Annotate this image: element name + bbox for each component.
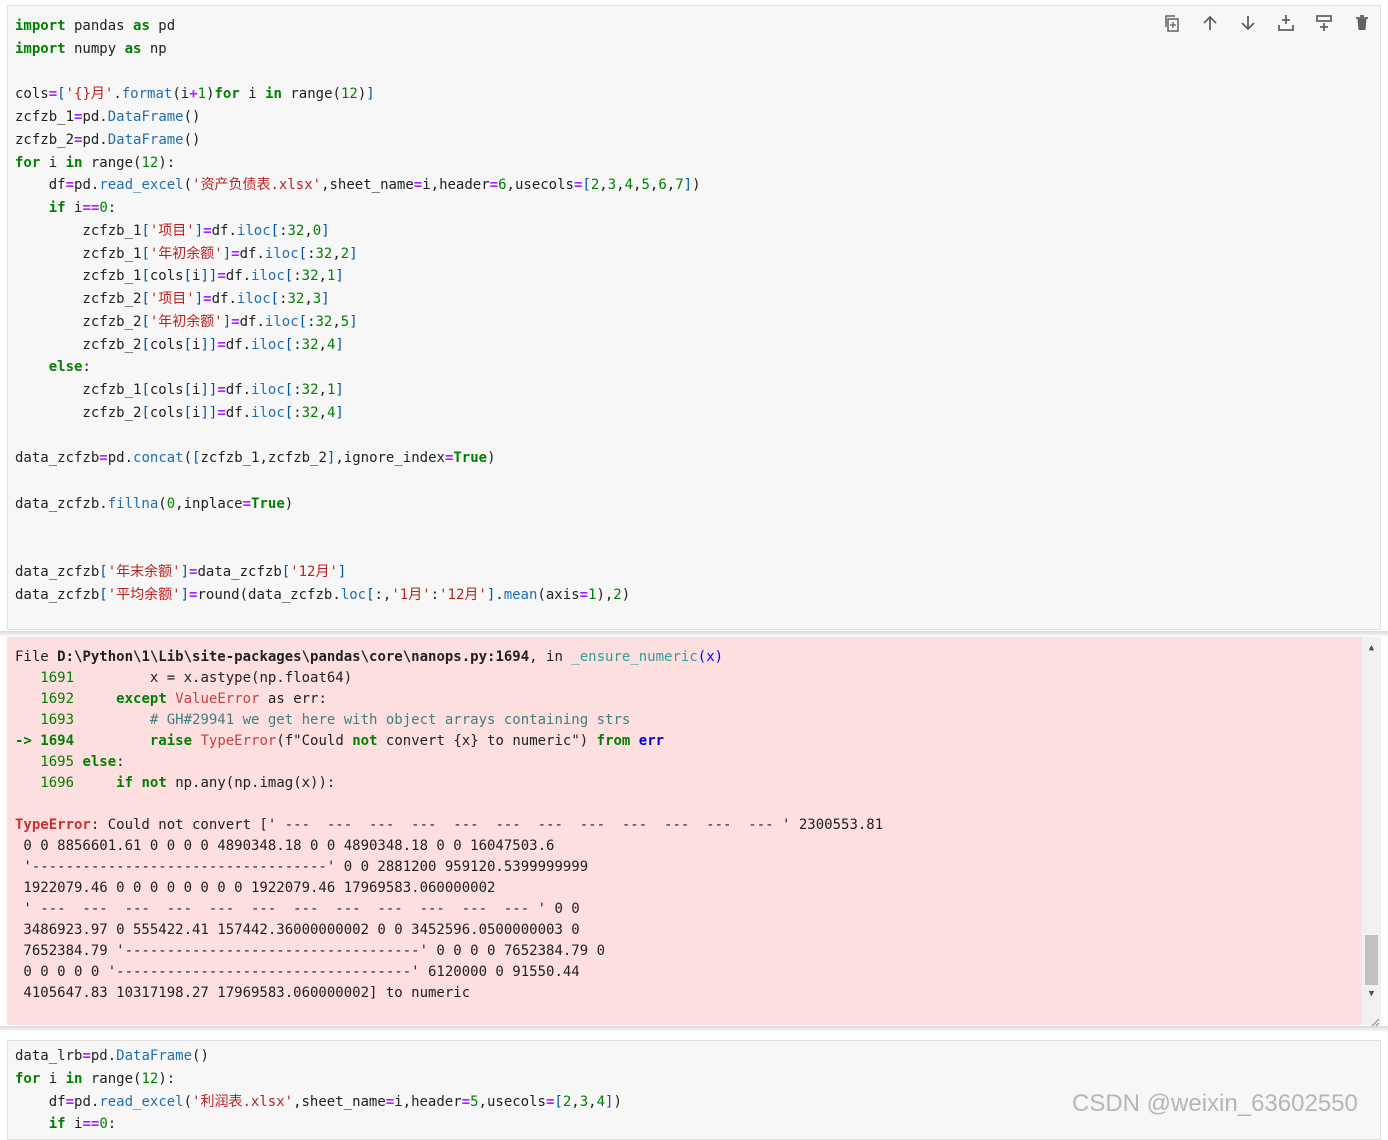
code-line[interactable]: zcfzb_1=pd.DataFrame() xyxy=(15,109,200,125)
code-line[interactable]: if i==0: xyxy=(15,200,116,216)
error-type: TypeError xyxy=(15,817,91,833)
code-line[interactable]: zcfzb_2=pd.DataFrame() xyxy=(15,132,200,148)
insert-above-icon[interactable] xyxy=(1276,13,1296,33)
code-line[interactable]: zcfzb_1[cols[i]]=df.iloc[:32,1] xyxy=(15,382,343,398)
scroll-up-icon[interactable]: ▲ xyxy=(1362,639,1381,656)
code-line[interactable]: data_zcfzb.fillna(0,inplace=True) xyxy=(15,496,293,512)
trash-icon[interactable] xyxy=(1352,13,1372,33)
code-line[interactable]: import numpy as np xyxy=(15,41,167,57)
code-line[interactable]: if i==0: xyxy=(15,1116,116,1132)
code-line[interactable]: data_zcfzb=pd.concat([zcfzb_1,zcfzb_2],i… xyxy=(15,450,496,466)
code-line[interactable]: for i in range(12): xyxy=(15,155,175,171)
code-line[interactable]: zcfzb_2['年初余额']=df.iloc[:32,5] xyxy=(15,314,357,330)
resize-handle-icon[interactable] xyxy=(1368,1013,1380,1028)
code-line[interactable]: zcfzb_1[cols[i]]=df.iloc[:32,1] xyxy=(15,268,343,284)
code-line[interactable]: import pandas as pd xyxy=(15,18,175,34)
watermark: CSDN @weixin_63602550 xyxy=(1072,1090,1358,1117)
code-editor-1[interactable]: import pandas as pd import numpy as np c… xyxy=(8,6,1380,629)
code-line[interactable]: zcfzb_2['项目']=df.iloc[:32,3] xyxy=(15,291,329,307)
copy-icon[interactable] xyxy=(1162,13,1182,33)
arrow-down-icon[interactable] xyxy=(1238,13,1258,33)
code-line[interactable]: df=pd.read_excel('资产负债表.xlsx',sheet_name… xyxy=(15,177,701,193)
code-cell-1[interactable]: import pandas as pd import numpy as np c… xyxy=(7,5,1381,630)
code-line[interactable]: data_zcfzb['平均余额']=round(data_zcfzb.loc[… xyxy=(15,587,630,603)
error-output: 725 count = cast(np.ndarray, count)File … xyxy=(7,637,1362,1025)
insert-below-icon[interactable] xyxy=(1314,13,1334,33)
code-line[interactable]: data_lrb=pd.DataFrame() xyxy=(15,1048,209,1064)
code-editor-2[interactable]: data_lrb=pd.DataFrame() for i in range(1… xyxy=(8,1041,1380,1136)
code-line[interactable]: cols=['{}月'.format(i+1)for i in range(12… xyxy=(15,86,375,102)
code-line[interactable]: zcfzb_1['年初余额']=df.iloc[:32,2] xyxy=(15,246,357,262)
scroll-down-icon[interactable]: ▼ xyxy=(1362,985,1381,1002)
cell-toolbar xyxy=(1162,13,1372,33)
code-line[interactable]: else: xyxy=(15,359,91,375)
scrollbar-thumb[interactable] xyxy=(1365,935,1378,985)
traceback-text: 725 count = cast(np.ndarray, count)File … xyxy=(15,649,884,1001)
code-line[interactable]: data_zcfzb['年末余额']=data_zcfzb['12月'] xyxy=(15,564,346,580)
cell-divider xyxy=(0,1026,1388,1032)
arrow-up-icon[interactable] xyxy=(1200,13,1220,33)
code-line[interactable]: zcfzb_2[cols[i]]=df.iloc[:32,4] xyxy=(15,405,343,421)
code-line[interactable]: for i in range(12): xyxy=(15,1071,175,1087)
code-line[interactable]: df=pd.read_excel('利润表.xlsx',sheet_name=i… xyxy=(15,1094,622,1110)
output-scrollbar[interactable]: ▲ ▼ xyxy=(1362,637,1381,1025)
code-line[interactable]: zcfzb_1['项目']=df.iloc[:32,0] xyxy=(15,223,329,239)
code-line[interactable]: zcfzb_2[cols[i]]=df.iloc[:32,4] xyxy=(15,337,343,353)
